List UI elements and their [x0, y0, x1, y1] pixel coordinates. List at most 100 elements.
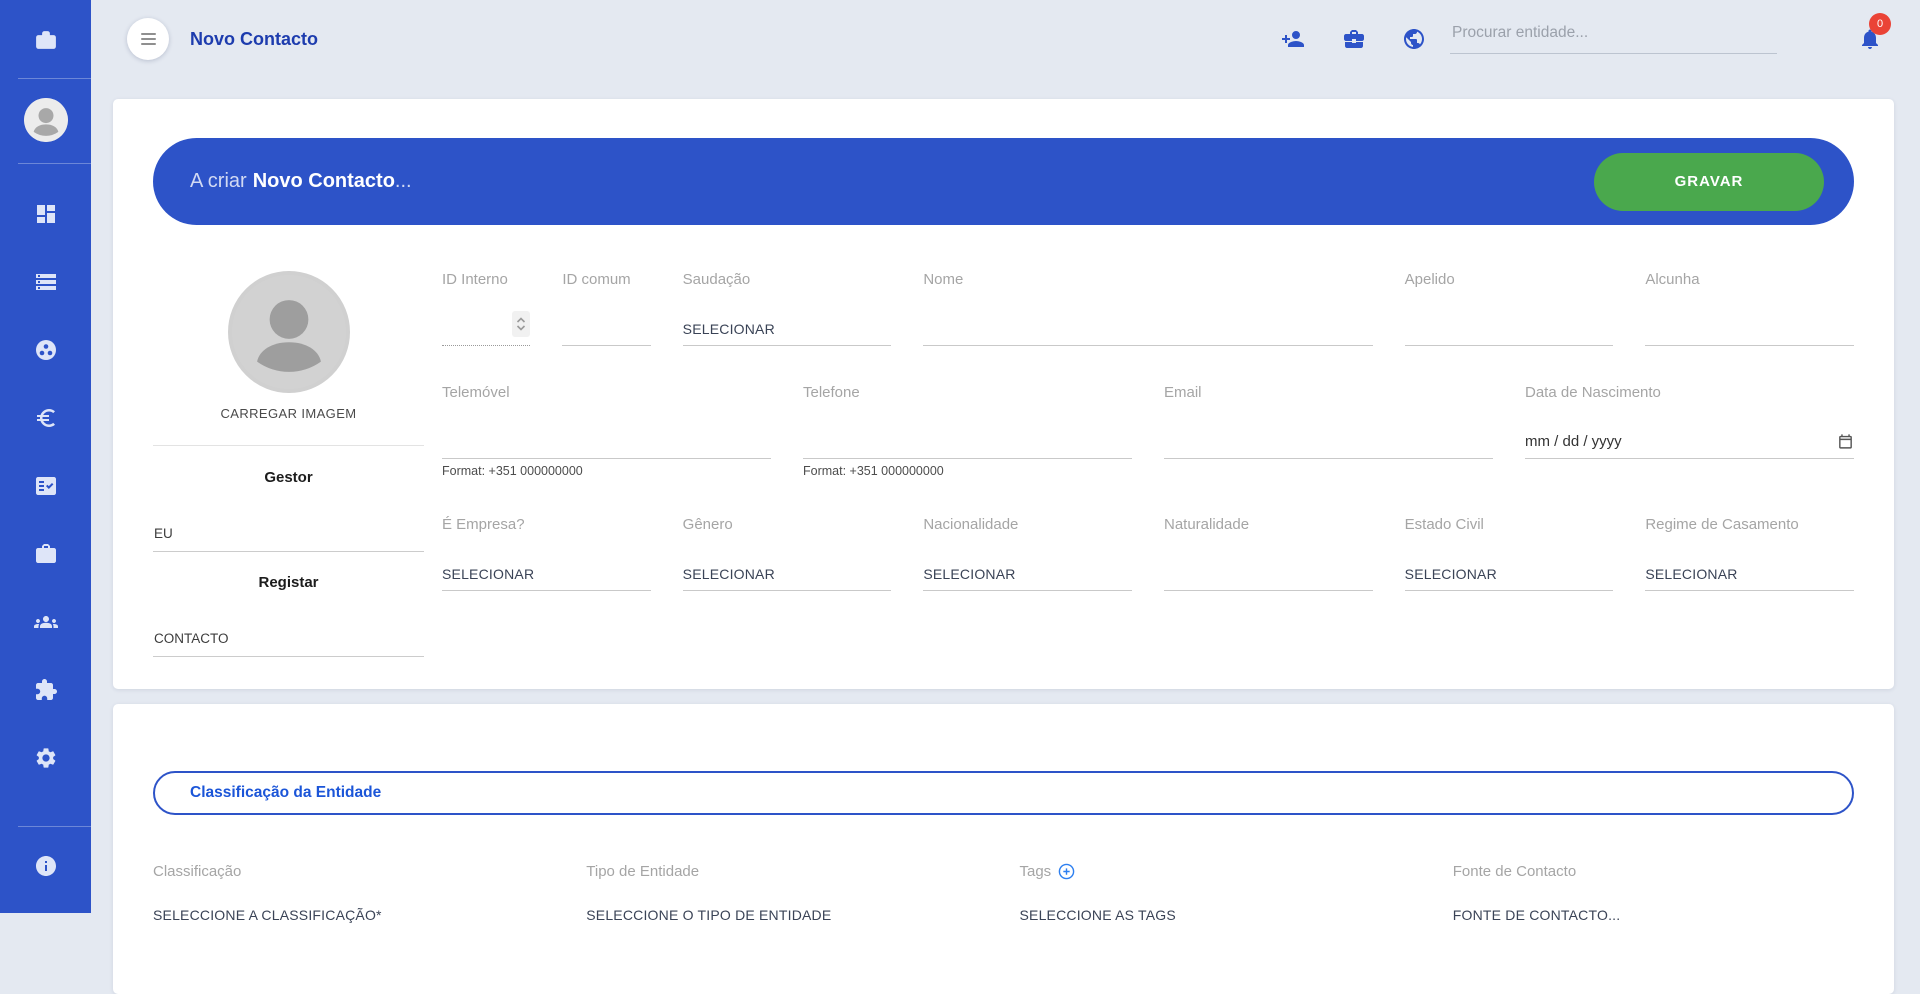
alcunha-input[interactable]	[1645, 321, 1854, 337]
field-naturalidade: Naturalidade	[1164, 516, 1373, 591]
banner-entity-name: Novo Contacto	[253, 170, 395, 193]
register-label: Registar	[153, 574, 424, 591]
regime-casamento-select[interactable]: SELECIONAR	[1645, 536, 1854, 591]
field-regime-casamento: Regime de Casamento SELECIONAR	[1645, 516, 1854, 591]
fact-check-icon	[34, 474, 58, 498]
notification-badge: 0	[1869, 13, 1891, 35]
nacionalidade-select[interactable]: SELECIONAR	[923, 536, 1132, 591]
avatar-placeholder-icon	[232, 275, 346, 389]
globe-button[interactable]	[1402, 27, 1426, 51]
telefone-format-hint: Format: +351 000000000	[803, 464, 1132, 478]
nome-input[interactable]	[923, 321, 1372, 337]
telefone-input[interactable]	[803, 434, 1132, 450]
birthdate-input[interactable]: mm / dd / yyyy	[1525, 404, 1854, 459]
field-alcunha: Alcunha	[1645, 271, 1854, 346]
sidebar-item-people[interactable]	[33, 609, 59, 635]
banner-prefix: A criar	[190, 170, 247, 193]
add-business-button[interactable]	[1342, 27, 1366, 51]
page-title: Novo Contacto	[190, 29, 318, 50]
profile-column: CARREGAR IMAGEM Gestor EU Registar CONTA…	[153, 271, 424, 657]
sidebar-item-settings[interactable]	[33, 745, 59, 771]
sidebar-item-dashboard[interactable]	[33, 201, 59, 227]
manager-label: Gestor	[153, 469, 424, 486]
contact-form-card: A criar Novo Contacto ... GRAVAR CARREGA…	[113, 99, 1894, 689]
menu-button[interactable]	[127, 18, 169, 60]
genero-select[interactable]: SELECIONAR	[683, 536, 892, 591]
field-estado-civil: Estado Civil SELECIONAR	[1405, 516, 1614, 591]
people-group-icon	[34, 610, 58, 634]
euro-icon	[34, 406, 58, 430]
email-input[interactable]	[1164, 434, 1493, 450]
person-add-icon	[1281, 27, 1305, 51]
sidebar-item-briefcase[interactable]	[33, 541, 59, 567]
field-classificacao: Classificação SELECCIONE A CLASSIFICAÇÃO…	[153, 861, 554, 923]
id-comum-input[interactable]	[562, 321, 650, 337]
field-e-empresa: É Empresa? SELECIONAR	[442, 516, 651, 591]
briefcase-icon	[1342, 27, 1366, 51]
estado-civil-select[interactable]: SELECIONAR	[1405, 536, 1614, 591]
field-telefone: Telefone Format: +351 000000000	[803, 384, 1132, 478]
section-title: Classificação da Entidade	[190, 784, 381, 802]
sidebar-item-briefcase-outline[interactable]	[33, 27, 59, 53]
search-input[interactable]	[1450, 24, 1777, 54]
page: Novo Contacto 0 A criar Novo Contacto ..…	[91, 0, 1920, 913]
banner-ellipsis: ...	[395, 170, 412, 193]
avatar-upload[interactable]	[228, 271, 350, 393]
id-interno-input[interactable]	[442, 291, 530, 346]
manager-field[interactable]: EU	[153, 526, 424, 552]
sidebar-item-info[interactable]	[33, 853, 59, 879]
sidebar-divider	[18, 826, 91, 827]
calendar-icon[interactable]	[1837, 433, 1854, 450]
profile-divider	[153, 445, 424, 446]
naturalidade-input[interactable]	[1164, 566, 1373, 582]
globe-icon	[1402, 27, 1426, 51]
sidebar-item-lists[interactable]	[33, 269, 59, 295]
tipo-entidade-select[interactable]: SELECCIONE O TIPO DE ENTIDADE	[586, 907, 987, 923]
apelido-input[interactable]	[1405, 321, 1614, 337]
field-tipo-entidade: Tipo de Entidade SELECCIONE O TIPO DE EN…	[586, 861, 987, 923]
creating-banner: A criar Novo Contacto ... GRAVAR	[153, 138, 1854, 225]
sidebar-divider	[18, 78, 91, 79]
sidebar-user-avatar[interactable]	[24, 98, 68, 142]
user-avatar-icon	[24, 98, 68, 142]
sidebar-item-extensions[interactable]	[33, 677, 59, 703]
tags-select[interactable]: SELECCIONE AS TAGS	[1020, 907, 1421, 923]
puzzle-icon	[34, 678, 58, 702]
field-id-interno: ID Interno	[442, 271, 530, 346]
field-nome: Nome	[923, 271, 1372, 346]
spinner-arrows-icon	[515, 315, 527, 333]
sidebar-item-finance[interactable]	[33, 405, 59, 431]
field-saudacao: Saudação SELECIONAR	[683, 271, 892, 346]
register-field[interactable]: CONTACTO	[153, 631, 424, 657]
field-nacionalidade: Nacionalidade SELECIONAR	[923, 516, 1132, 591]
upload-image-button[interactable]: CARREGAR IMAGEM	[153, 406, 424, 421]
classificacao-select[interactable]: SELECCIONE A CLASSIFICAÇÃO*	[153, 907, 554, 923]
field-genero: Gênero SELECIONAR	[683, 516, 892, 591]
field-data-nascimento: Data de Nascimento mm / dd / yyyy	[1525, 384, 1854, 478]
classification-grid: Classificação SELECCIONE A CLASSIFICAÇÃO…	[153, 861, 1854, 923]
sidebar-divider	[18, 163, 91, 164]
field-apelido: Apelido	[1405, 271, 1614, 346]
settings-gear-icon	[34, 746, 58, 770]
number-spinner[interactable]	[512, 311, 530, 337]
info-icon	[34, 854, 58, 878]
topbar: Novo Contacto 0	[91, 0, 1920, 88]
fonte-contacto-select[interactable]: FONTE DE CONTACTO...	[1453, 907, 1854, 923]
telemovel-input[interactable]	[442, 434, 771, 450]
field-email: Email	[1164, 384, 1493, 478]
sidebar-item-assets[interactable]	[33, 337, 59, 363]
sidebar-item-tasks[interactable]	[33, 473, 59, 499]
saudacao-select[interactable]: SELECIONAR	[683, 291, 892, 346]
field-tags: Tags SELECCIONE AS TAGS	[1020, 861, 1421, 923]
field-telemovel: Telemóvel Format: +351 000000000	[442, 384, 771, 478]
add-tag-icon[interactable]	[1058, 863, 1075, 880]
save-button[interactable]: GRAVAR	[1594, 153, 1824, 211]
e-empresa-select[interactable]: SELECIONAR	[442, 536, 651, 591]
date-placeholder: mm / dd / yyyy	[1525, 433, 1622, 450]
classification-card: Classificação da Entidade Classificação …	[113, 704, 1894, 994]
field-fonte-contacto: Fonte de Contacto FONTE DE CONTACTO...	[1453, 861, 1854, 923]
sidebar	[0, 0, 91, 913]
classification-section-header: Classificação da Entidade	[153, 771, 1854, 815]
add-contact-button[interactable]	[1281, 27, 1305, 51]
group-work-icon	[34, 338, 58, 362]
